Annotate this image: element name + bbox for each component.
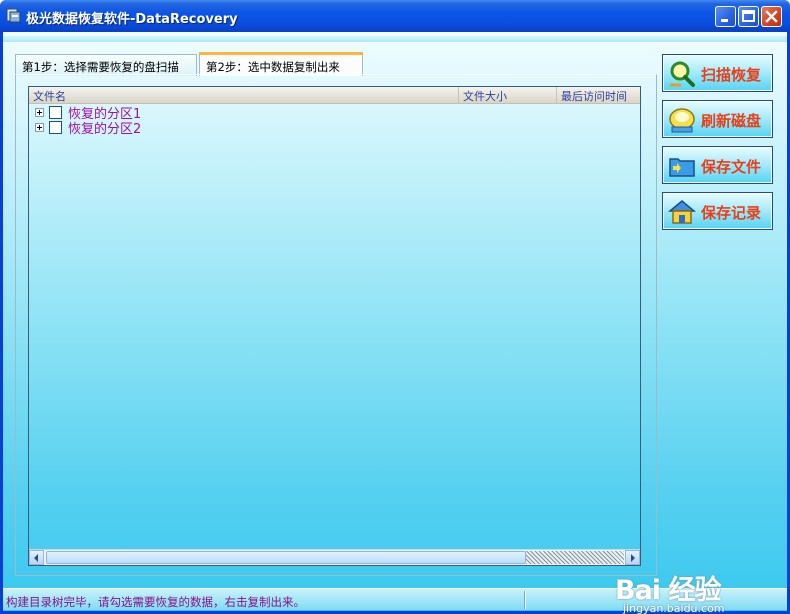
action-label: 保存记录 — [701, 204, 762, 222]
row-checkbox[interactable] — [49, 106, 62, 119]
save-file-button[interactable]: 保存文件 — [662, 146, 773, 184]
maximize-button[interactable] — [738, 6, 759, 27]
app-icon — [6, 8, 21, 23]
column-header-filename[interactable]: 文件名 — [29, 87, 459, 104]
status-message: 构建目录树完毕，请勾选需要恢复的数据，右击复制出来。 — [6, 595, 305, 609]
house-record-icon — [667, 200, 697, 224]
arrow-right-icon — [631, 554, 635, 562]
row-checkbox[interactable] — [49, 121, 62, 134]
column-header-filesize[interactable]: 文件大小 — [459, 87, 557, 104]
tab-label: 第1步：选择需要恢复的盘扫描 — [22, 60, 179, 74]
app-window: 极光数据恢复软件-DataRecovery 第1步：选择需要恢复的盘扫描 第2步… — [0, 0, 790, 614]
top-divider — [3, 36, 787, 43]
scan-recover-button[interactable]: 扫描恢复 — [662, 54, 773, 92]
scroll-left-button[interactable] — [29, 550, 44, 565]
watermark: Bai 经验 jingyan.baidu.com — [615, 568, 755, 614]
scroll-thumb[interactable] — [46, 551, 526, 564]
action-label: 扫描恢复 — [701, 66, 762, 84]
maximize-icon — [742, 10, 755, 22]
watermark-url: jingyan.baidu.com — [623, 602, 725, 614]
client-area: 第1步：选择需要恢复的盘扫描 第2步：选中数据复制出来 文件名 文件大小 最后访… — [3, 32, 787, 614]
scroll-right-button[interactable] — [625, 550, 640, 565]
column-header-last-access[interactable]: 最后访问时间 — [557, 87, 640, 104]
status-divider — [524, 591, 526, 609]
action-label: 保存文件 — [701, 158, 762, 176]
tab-label: 第2步：选中数据复制出来 — [206, 60, 340, 74]
tree-row[interactable]: 恢复的分区2 — [35, 120, 142, 137]
expand-icon[interactable] — [35, 123, 44, 132]
action-label: 刷新磁盘 — [701, 112, 762, 130]
close-button[interactable] — [761, 6, 782, 27]
window-title: 极光数据恢复软件-DataRecovery — [26, 12, 238, 27]
disk-refresh-icon — [669, 108, 695, 133]
save-record-button[interactable]: 保存记录 — [662, 192, 773, 230]
close-icon — [765, 10, 778, 23]
tab-step2-copy[interactable]: 第2步：选中数据复制出来 — [199, 52, 363, 76]
refresh-disk-button[interactable]: 刷新磁盘 — [662, 100, 773, 138]
tree-row-label: 恢复的分区2 — [68, 122, 142, 137]
magnifier-icon — [670, 61, 695, 87]
horizontal-scrollbar[interactable] — [29, 549, 640, 565]
title-bar[interactable]: 极光数据恢复软件-DataRecovery — [0, 0, 790, 32]
file-list[interactable]: 文件名 文件大小 最后访问时间 恢复的分区1 恢复的分区2 — [28, 86, 641, 566]
minimize-icon — [721, 19, 728, 22]
folder-save-icon — [669, 158, 695, 177]
tab-step1-scan[interactable]: 第1步：选择需要恢复的盘扫描 — [15, 54, 197, 76]
minimize-button[interactable] — [715, 6, 736, 27]
scroll-track[interactable] — [526, 551, 624, 564]
expand-icon[interactable] — [35, 108, 44, 117]
list-header: 文件名 文件大小 最后访问时间 — [29, 87, 640, 104]
arrow-left-icon — [34, 554, 38, 562]
